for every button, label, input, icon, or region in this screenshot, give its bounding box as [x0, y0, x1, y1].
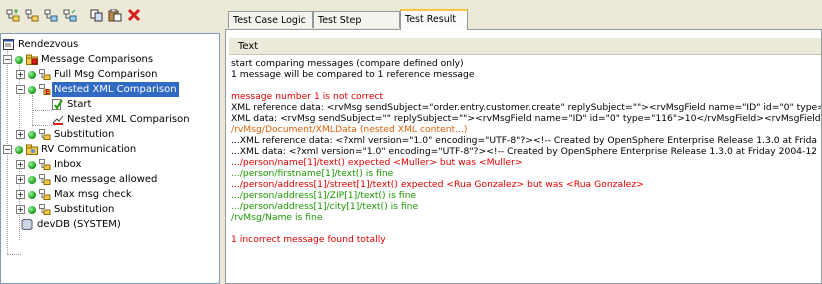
database-icon	[21, 219, 33, 230]
toolbar	[0, 0, 222, 30]
result-line: ...XML data: <?xml version="1.0" encodin…	[231, 146, 818, 157]
tree-item-start[interactable]: Start	[52, 97, 219, 112]
result-line: XML reference data: <rvMsg sendSubject="…	[231, 102, 822, 113]
tree-item-rv-communication[interactable]: − RV Communication	[3, 142, 219, 157]
tree-item-devdb[interactable]: devDB (SYSTEM)	[16, 217, 219, 232]
tree-item-label: Max msg check	[54, 189, 132, 200]
tree-root-label: Rendezvous	[18, 39, 79, 50]
result-line: /rvMsg/Document/XMLData (nested XML cont…	[231, 124, 468, 135]
tree-item-label: No message allowed	[54, 174, 158, 185]
tab-test-result[interactable]: Test Result	[400, 9, 468, 30]
tab-bar: Test Case Logic Test Step Console Test R…	[225, 9, 822, 43]
tree-item-label: Nested XML Comparison	[52, 82, 179, 97]
project-icon	[3, 39, 14, 50]
tree-item-label: RV Communication	[41, 144, 137, 155]
detail-pane: Test Case Logic Test Step Console Test R…	[225, 0, 822, 284]
tree-item-label: Message Comparisons	[41, 54, 154, 65]
tree-item-substitution-2[interactable]: + Substitution	[16, 202, 219, 217]
tree-connector	[32, 110, 52, 111]
start-step-icon	[52, 99, 63, 110]
tree-item-label: Substitution	[54, 129, 115, 140]
delete-icon[interactable]	[127, 9, 141, 22]
result-line	[231, 80, 821, 91]
tree-item-label: devDB (SYSTEM)	[37, 219, 121, 230]
expand-toggle[interactable]: +	[16, 160, 25, 169]
status-ok-icon	[28, 191, 36, 199]
test-suite-icon	[26, 54, 38, 65]
tree-root[interactable]: Rendezvous	[3, 37, 219, 52]
tree-item-message-comparisons[interactable]: − Message Comparisons	[3, 52, 219, 67]
tree-item-substitution[interactable]: + Substitution	[16, 127, 219, 142]
expand-toggle[interactable]: +	[16, 205, 25, 214]
test-case-icon	[39, 204, 51, 215]
status-ok-icon	[28, 71, 36, 79]
expand-toggle[interactable]: +	[16, 175, 25, 184]
result-line: .../person/address[1]/ZIP[1]/text() is f…	[231, 190, 417, 201]
test-tree: Rendezvous − Message Comparisons + Full …	[0, 33, 220, 284]
tree-item-label: Full Msg Comparison	[54, 69, 158, 80]
tree-connector	[7, 254, 21, 255]
test-case-error-icon: E	[39, 84, 51, 95]
test-case-icon	[39, 129, 51, 140]
status-ok-icon	[28, 131, 36, 139]
column-header-text[interactable]: Text	[229, 38, 821, 55]
result-line: ...XML reference data: <?xml version="1.…	[231, 135, 818, 146]
result-line: message number 1 is not correct	[231, 91, 384, 102]
result-line: 1 incorrect message found totally	[231, 234, 386, 245]
result-line: start comparing messages (compare define…	[231, 58, 464, 69]
collapse-toggle[interactable]: −	[16, 85, 25, 94]
tree-item-label: Start	[67, 99, 92, 110]
add-step-icon[interactable]	[63, 9, 77, 22]
tree-item-label: Substitution	[54, 204, 115, 215]
result-line: /rvMsg/Name is fine	[231, 212, 323, 223]
tree-item-nested-xml-step[interactable]: Nested XML Comparison	[52, 112, 219, 127]
expand-toggle[interactable]: +	[16, 190, 25, 199]
status-ok-icon	[28, 161, 36, 169]
tree-item-label: Nested XML Comparison	[67, 114, 190, 125]
tree-item-nested-xml-comparison[interactable]: − E Nested XML Comparison	[16, 82, 219, 97]
status-ok-icon	[28, 206, 36, 214]
add-child-icon[interactable]	[25, 9, 39, 22]
tree-item-inbox[interactable]: + Inbox	[16, 157, 219, 172]
result-panel: Text start comparing messages (compare d…	[225, 29, 822, 284]
tab-test-step-console[interactable]: Test Step Console	[313, 11, 400, 43]
status-ok-icon	[15, 146, 23, 154]
paste-icon[interactable]	[108, 9, 122, 22]
expand-toggle[interactable]: +	[16, 130, 25, 139]
tree-item-no-message-allowed[interactable]: + No message allowed	[16, 172, 219, 187]
test-suite-icon	[26, 144, 38, 155]
expand-toggle[interactable]: +	[16, 70, 25, 79]
result-line: .../person/name[1]/text() expected <Mull…	[231, 157, 523, 168]
tree-item-full-msg-comparison[interactable]: + Full Msg Comparison	[16, 67, 219, 82]
tree-item-max-msg-check[interactable]: + Max msg check	[16, 187, 219, 202]
tree-connector	[32, 125, 52, 126]
result-line	[231, 223, 821, 234]
result-line: XML data: <rvMsg sendSubject="" replySub…	[231, 113, 822, 124]
test-case-icon	[39, 159, 51, 170]
result-log: start comparing messages (compare define…	[231, 58, 822, 245]
result-line: .../person/address[1]/city[1]/text() is …	[231, 201, 419, 212]
svg-text:E: E	[45, 88, 50, 95]
tree-item-label: Inbox	[54, 159, 82, 170]
collapse-toggle[interactable]: −	[3, 145, 12, 154]
test-case-icon	[39, 69, 51, 80]
test-case-icon	[39, 174, 51, 185]
status-ok-icon	[28, 176, 36, 184]
collapse-toggle[interactable]: −	[3, 55, 12, 64]
add-test-icon[interactable]	[44, 9, 58, 22]
test-case-icon	[39, 189, 51, 200]
result-line: 1 message will be compared to 1 referenc…	[231, 69, 475, 80]
comparison-step-icon	[52, 115, 64, 125]
status-ok-icon	[28, 86, 36, 94]
result-line: .../person/firstname[1]/text() is fine	[231, 168, 394, 179]
result-line: .../person/address[1]/street[1]/text() e…	[231, 179, 644, 190]
tab-test-case-logic[interactable]: Test Case Logic	[228, 11, 313, 28]
add-node-icon[interactable]	[6, 9, 20, 22]
status-ok-icon	[15, 56, 23, 64]
copy-icon[interactable]	[90, 9, 104, 22]
